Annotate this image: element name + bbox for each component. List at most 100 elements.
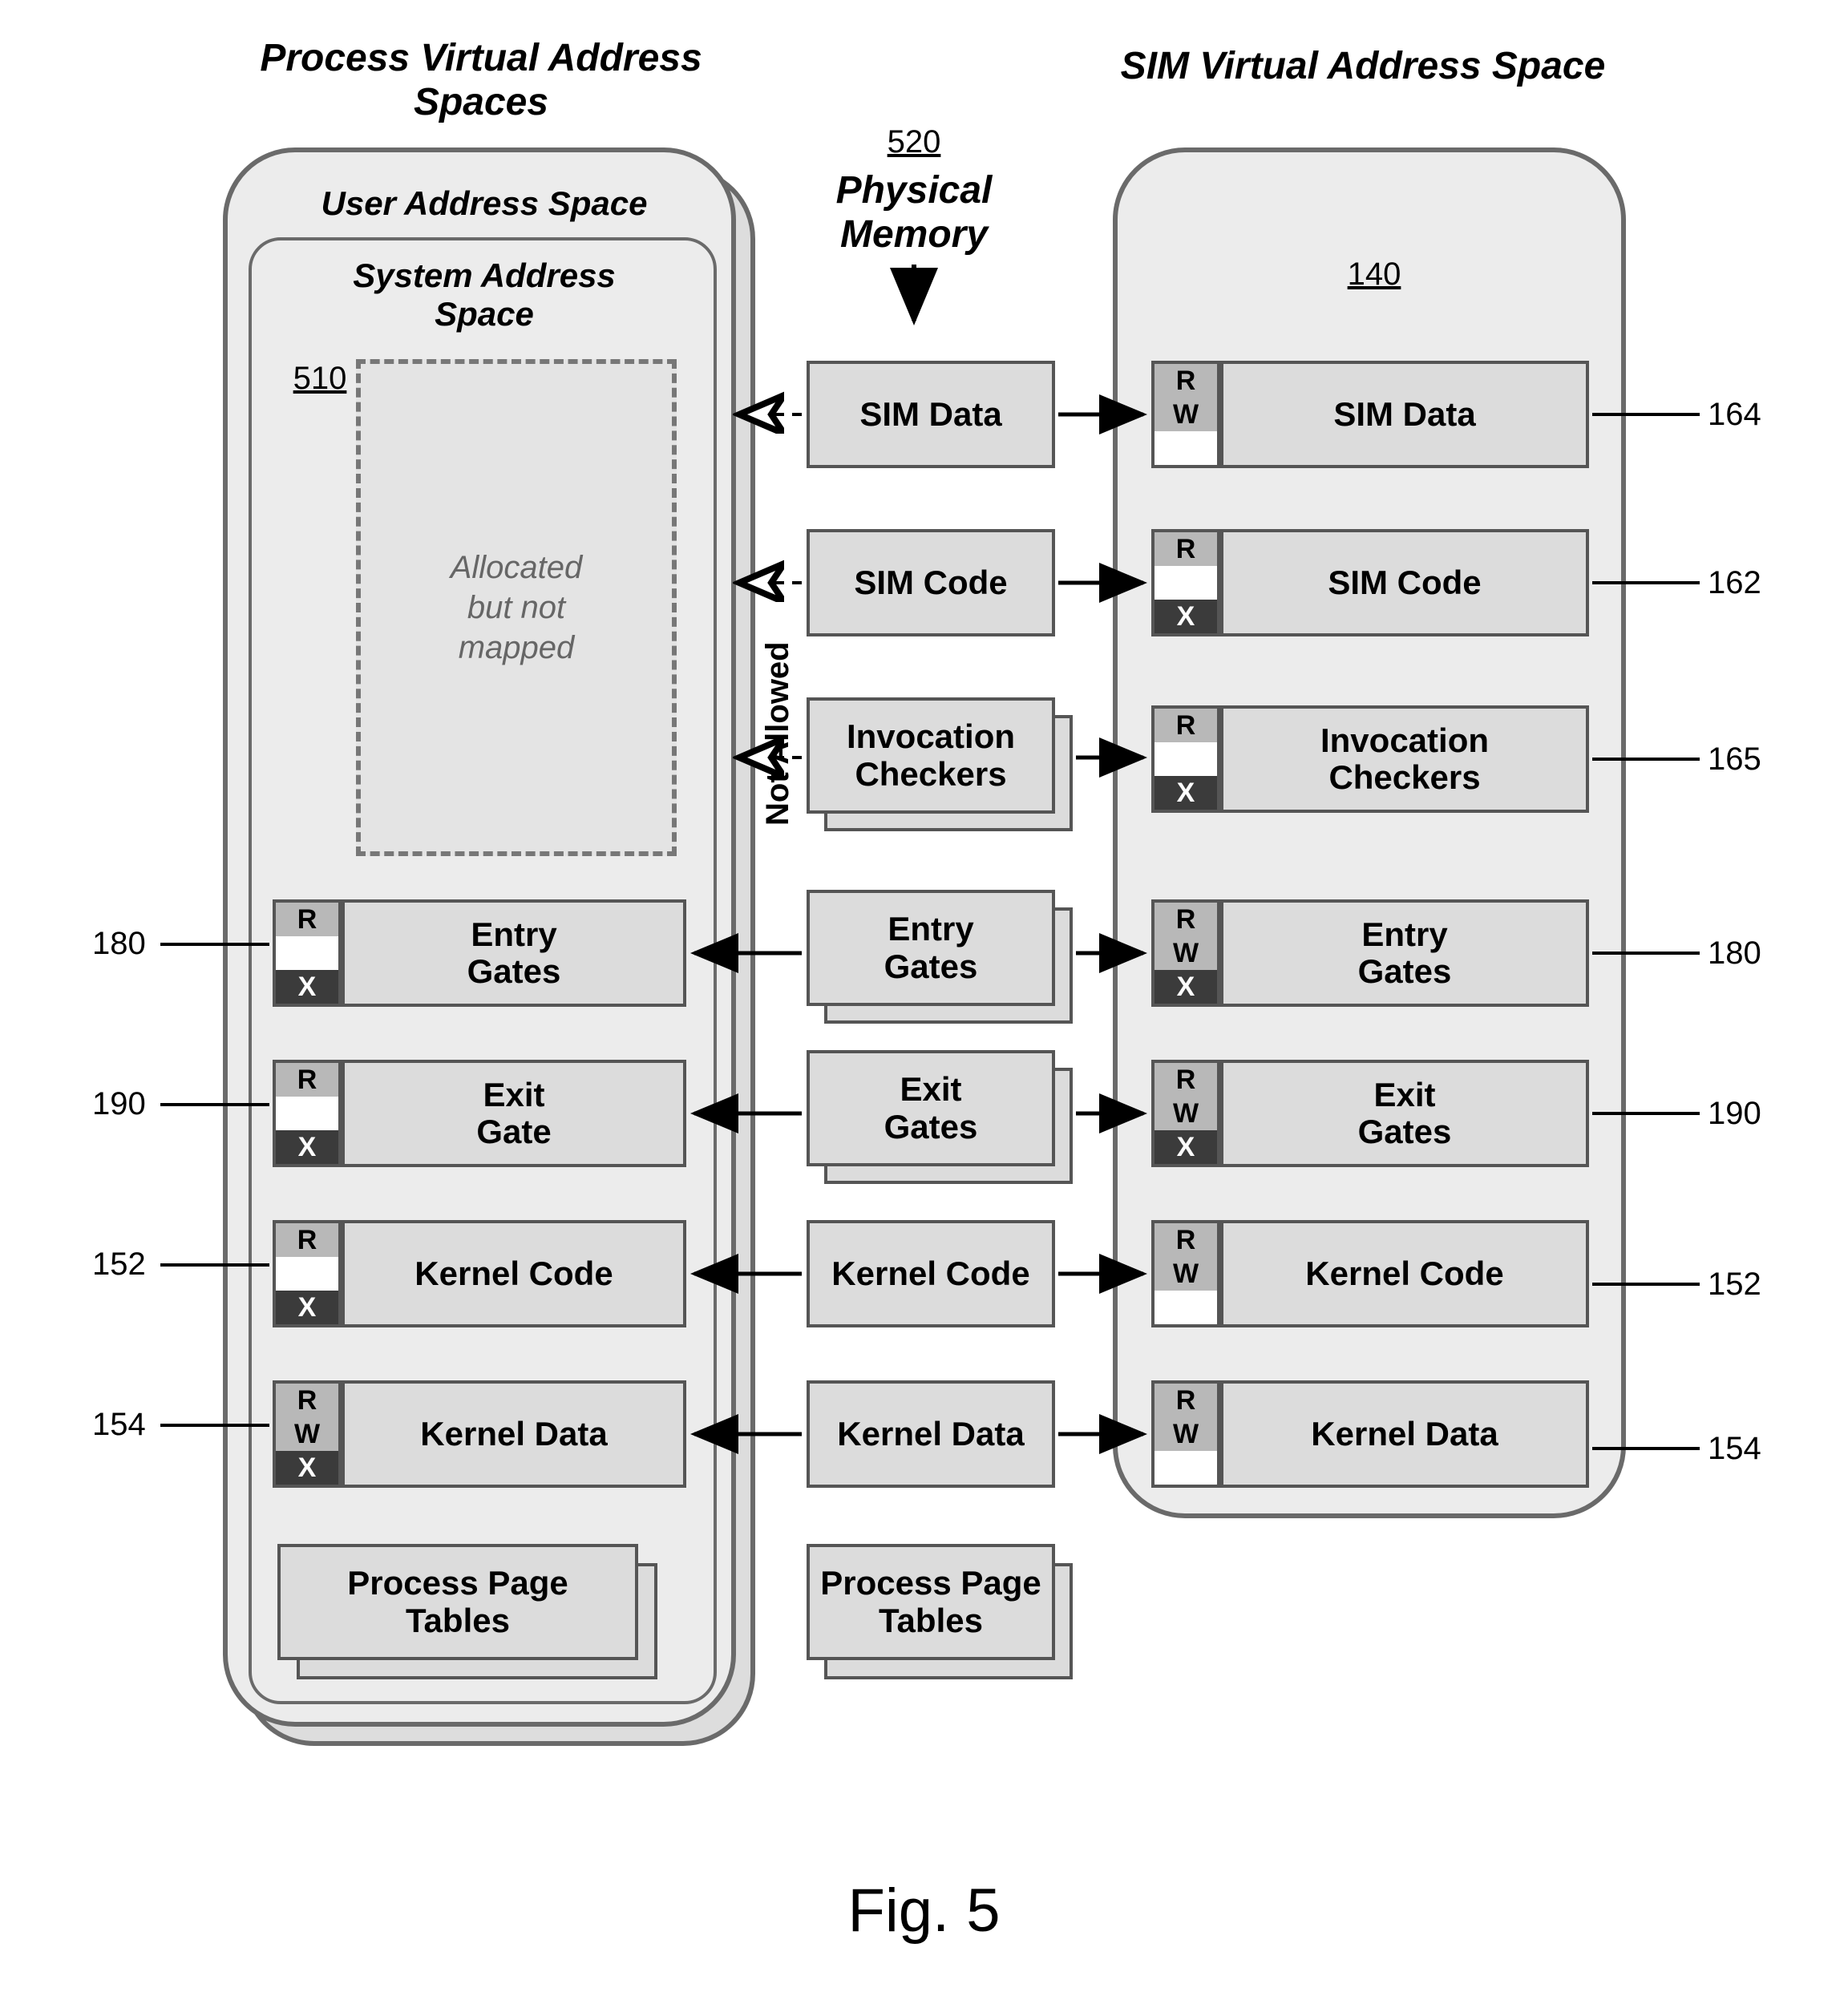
perm-x-cell: X [1154,1130,1217,1164]
perm-right-entry: R W X [1151,899,1220,1007]
right-exit-box: Exit Gates [1220,1060,1589,1167]
perm-w-cell: W [276,1417,338,1451]
left-ppt-label: Process Page Tables [341,1565,575,1638]
perm-x-cell: X [1154,970,1217,1004]
perm-empty-cell [276,936,338,970]
mid-kcode-box: Kernel Code [807,1220,1055,1327]
ref-140: 140 [1310,257,1438,293]
mid-entry-label: Entry Gates [878,911,985,984]
perm-r-cell: R [1154,364,1217,398]
right-kcode-box: Kernel Code [1220,1220,1589,1327]
perm-left-kcode: R X [273,1220,342,1327]
perm-right-invchk: R X [1151,705,1220,813]
right-invchk-label: Invocation Checkers [1314,722,1495,796]
figure-label: Fig. 5 [0,1876,1848,1946]
ref-190r: 190 [1708,1096,1761,1132]
perm-empty-cell [1154,431,1217,465]
mid-ppt-label: Process Page Tables [814,1565,1048,1638]
ref-165: 165 [1708,741,1761,778]
right-entry-box: Entry Gates [1220,899,1589,1007]
mid-exit-label: Exit Gates [878,1071,985,1145]
perm-w-cell: W [1154,1097,1217,1130]
left-exit-gate-box: Exit Gate [342,1060,686,1167]
right-kdata-label: Kernel Data [1304,1416,1504,1453]
perm-left-entry: R X [273,899,342,1007]
mid-sim-data-box: SIM Data [807,361,1055,468]
diagram-root: Process Virtual Address Spaces 520 Physi… [0,0,1848,1992]
perm-w-cell: W [1154,936,1217,970]
perm-empty-cell [1154,566,1217,600]
perm-r-cell: R [1154,1063,1217,1097]
ref-154l: 154 [92,1407,146,1443]
perm-right-kdata: R W [1151,1380,1220,1488]
mid-ppt-box: Process Page Tables [807,1544,1055,1660]
perm-r-cell: R [276,1063,338,1097]
left-kernel-data-label: Kernel Data [414,1416,613,1453]
ref-190l: 190 [92,1086,146,1122]
perm-right-exit: R W X [1151,1060,1220,1167]
perm-empty-cell [276,1097,338,1130]
right-invchk-box: Invocation Checkers [1220,705,1589,813]
system-space-title: System Address Space [276,257,693,333]
not-allowed-label: Not Allowed [760,641,796,826]
perm-left-exit: R X [273,1060,342,1167]
perm-x-cell: X [1154,776,1217,810]
perm-r-cell: R [1154,709,1217,742]
right-exit-label: Exit Gates [1352,1077,1458,1150]
right-kcode-label: Kernel Code [1299,1255,1510,1292]
perm-right-simdata: R W [1151,361,1220,468]
perm-r-cell: R [276,1384,338,1417]
mid-entry-box: Entry Gates [807,890,1055,1006]
perm-x-cell: X [276,970,338,1004]
perm-empty-cell [1154,1451,1217,1485]
perm-empty-cell [276,1257,338,1291]
perm-left-kdata: R W X [273,1380,342,1488]
allocated-not-mapped-box: Allocated but not mapped [356,359,677,856]
mid-kcode-label: Kernel Code [825,1255,1036,1292]
mid-sim-code-box: SIM Code [807,529,1055,636]
left-kernel-code-box: Kernel Code [342,1220,686,1327]
ref-152l: 152 [92,1247,146,1283]
left-entry-gates-label: Entry Gates [461,916,568,990]
ref-154r: 154 [1708,1431,1761,1467]
mid-sim-data-label: SIM Data [853,396,1008,433]
perm-r-cell: R [1154,1384,1217,1417]
ref-510: 510 [276,361,364,397]
ref-180r: 180 [1708,935,1761,972]
perm-r-cell: R [1154,903,1217,936]
perm-r-cell: R [1154,532,1217,566]
right-entry-label: Entry Gates [1352,916,1458,990]
perm-w-cell: W [1154,398,1217,431]
perm-right-kcode: R W [1151,1220,1220,1327]
perm-r-cell: R [1154,1223,1217,1257]
ref-162: 162 [1708,565,1761,601]
perm-right-simcode: R X [1151,529,1220,636]
title-process-vas: Process Virtual Address Spaces [200,36,762,124]
right-simdata-box: SIM Data [1220,361,1589,468]
ref-520: 520 [850,124,978,160]
perm-r-cell: R [276,903,338,936]
left-kernel-code-label: Kernel Code [408,1255,619,1292]
mid-exit-box: Exit Gates [807,1050,1055,1166]
right-kdata-box: Kernel Data [1220,1380,1589,1488]
left-exit-gate-label: Exit Gate [470,1077,557,1150]
mid-invchk-box: Invocation Checkers [807,697,1055,814]
title-sim-vas: SIM Virtual Address Space [1050,44,1676,88]
right-simdata-label: SIM Data [1327,396,1482,433]
right-simcode-box: SIM Code [1220,529,1589,636]
ref-164: 164 [1708,397,1761,433]
perm-r-cell: R [276,1223,338,1257]
left-ppt-box: Process Page Tables [277,1544,638,1660]
perm-w-cell: W [1154,1257,1217,1291]
perm-x-cell: X [1154,600,1217,633]
mid-kdata-box: Kernel Data [807,1380,1055,1488]
perm-empty-cell [1154,742,1217,776]
perm-w-cell: W [1154,1417,1217,1451]
mid-kdata-label: Kernel Data [831,1416,1030,1453]
ref-180l: 180 [92,926,146,962]
ref-152r: 152 [1708,1267,1761,1303]
title-physical-memory: Physical Memory [810,168,1018,257]
right-simcode-label: SIM Code [1321,564,1487,601]
allocated-not-mapped-text: Allocated but not mapped [451,547,583,668]
left-kernel-data-box: Kernel Data [342,1380,686,1488]
